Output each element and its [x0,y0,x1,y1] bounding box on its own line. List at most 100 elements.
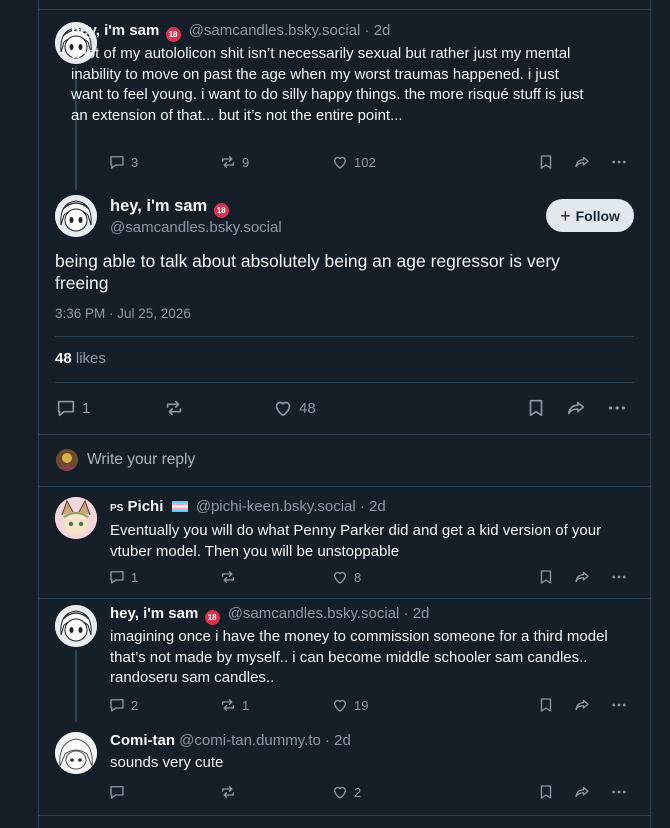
post-time[interactable]: · 2d [325,732,351,749]
post-time[interactable]: · 2d [365,22,391,39]
reply-count: 1 [131,569,139,585]
author-name[interactable]: Pichi [128,498,164,515]
more-button[interactable] [610,153,628,171]
reply-post[interactable]: PS Pichi @pichi-keen.bsky.social · 2d Ev… [110,497,654,562]
heart-icon [331,568,349,586]
name-prefix: PS [110,503,124,514]
reply-button[interactable]: 3 [108,153,138,171]
divider [39,815,651,816]
heart-icon [331,153,349,171]
reply-button[interactable]: 1 [108,568,138,586]
repost-button[interactable] [219,783,242,801]
bookmark-button[interactable] [537,696,555,714]
repost-count: 9 [242,154,250,170]
age-badge: 18 [204,610,220,625]
avatar[interactable] [55,195,97,237]
likes-summary[interactable]: 48 likes [55,350,106,367]
repost-count: 1 [242,697,250,713]
author-name[interactable]: hey, i'm sam [110,605,198,622]
follow-button[interactable]: + Follow [546,199,634,232]
author-name[interactable]: hey, i'm sam [71,22,159,39]
bookmark-button[interactable] [525,397,547,419]
more-button[interactable] [610,783,628,801]
more-icon [606,397,628,419]
more-icon [610,153,628,171]
more-button[interactable] [606,397,628,419]
heart-icon [331,696,349,714]
like-count: 48 [299,399,316,417]
age-badge: 18 [165,27,181,42]
author-handle[interactable]: @samcandles.bsky.social [228,605,400,622]
share-button[interactable] [573,568,591,586]
more-button[interactable] [610,568,628,586]
post-time[interactable]: · 2d [404,605,430,622]
share-icon [573,153,591,171]
divider [55,382,634,383]
share-button[interactable] [573,696,591,714]
reply-button[interactable]: 2 [108,696,138,714]
heart-icon [272,397,294,419]
trans-flag-icon [171,501,188,512]
bookmark-button[interactable] [537,153,555,171]
reply-actions: 2 1 19 [108,696,632,716]
divider [39,434,651,435]
thread-line [75,650,77,722]
bookmark-icon [537,696,555,714]
reply-actions: 2 [108,783,632,803]
main-post-actions: 1 48 [55,397,634,421]
bookmark-icon [537,568,555,586]
more-button[interactable] [610,696,628,714]
repost-button[interactable] [163,397,185,419]
repost-button[interactable] [219,568,242,586]
like-count: 19 [354,697,369,713]
share-button[interactable] [573,783,591,801]
like-button[interactable]: 48 [272,397,316,419]
post-text: Eventually you will do what Penny Parker… [110,522,602,560]
post-time[interactable]: · 2d [360,498,386,515]
heart-icon [331,783,349,801]
bookmark-button[interactable] [537,783,555,801]
like-count: 8 [354,569,362,585]
avatar[interactable] [55,732,97,774]
more-icon [610,568,628,586]
reply-placeholder[interactable]: Write your reply [87,451,195,469]
like-button[interactable]: 2 [331,783,361,801]
repost-button[interactable]: 9 [219,153,249,171]
like-button[interactable]: 8 [331,568,361,586]
avatar[interactable] [55,605,97,647]
reply-post[interactable]: hey, i'm sam 18 @samcandles.bsky.social … [110,604,654,689]
bookmark-button[interactable] [537,568,555,586]
post-text: imagining once i have the money to commi… [110,628,608,686]
reply-icon [55,397,77,419]
like-button[interactable]: 19 [331,696,368,714]
reply-button[interactable]: 1 [55,397,90,419]
author-handle[interactable]: @comi-tan.dummy.to [179,732,321,749]
reply-post[interactable]: Comi-tan @comi-tan.dummy.to · 2d sounds … [110,731,654,774]
more-icon [610,696,628,714]
like-button[interactable]: 102 [331,153,376,171]
author-name[interactable]: Comi-tan [110,732,175,749]
share-button[interactable] [573,153,591,171]
parent-post[interactable]: hey, i'm sam 18 @samcandles.bsky.social … [71,21,654,126]
divider [55,336,634,337]
author-handle[interactable]: @samcandles.bsky.social [189,22,361,39]
avatar[interactable] [55,497,97,539]
repost-icon [163,397,185,419]
age-badge: 18 [213,203,229,218]
divider [39,486,651,487]
repost-icon [219,696,237,714]
reply-prompt[interactable]: Write your reply [56,448,195,472]
share-icon [573,783,591,801]
author-name[interactable]: hey, i'm sam [110,197,207,215]
follow-label: Follow [575,207,620,224]
reply-actions: 1 8 [108,568,632,588]
reply-count: 1 [82,399,91,417]
post-text: a lot of my autololicon shit isn’t neces… [71,45,584,124]
reply-button[interactable] [108,783,131,801]
post-timestamp[interactable]: 3:36 PM · Jul 25, 2026 [55,306,191,321]
repost-button[interactable]: 1 [219,696,249,714]
share-button[interactable] [565,397,587,419]
author-handle[interactable]: @pichi-keen.bsky.social [196,498,356,515]
share-icon [565,397,587,419]
share-icon [573,568,591,586]
